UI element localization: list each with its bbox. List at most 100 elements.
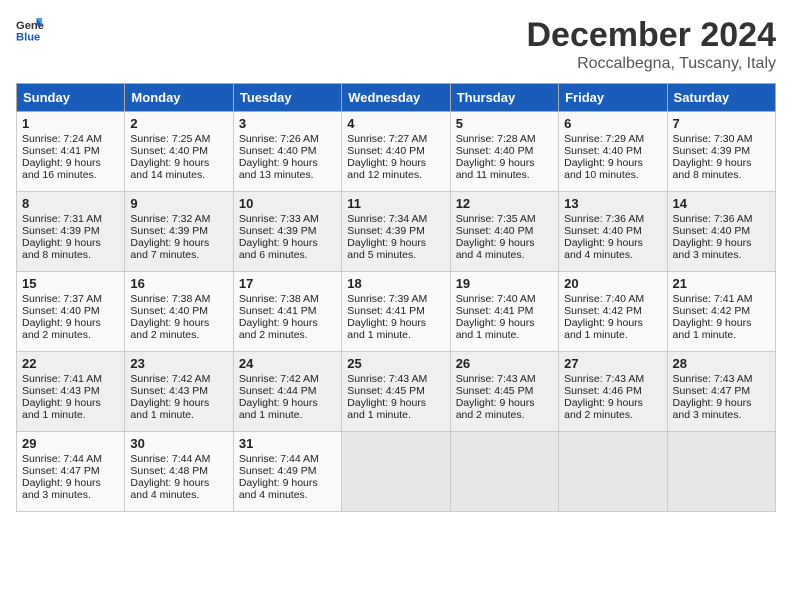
calendar-cell: 11 Sunrise: 7:34 AMSunset: 4:39 PMDayligh… bbox=[342, 192, 450, 272]
day-number: 28 bbox=[673, 356, 770, 371]
cell-info: Sunset: 4:40 PM bbox=[347, 145, 444, 157]
calendar-cell: 22Sunrise: 7:41 AMSunset: 4:43 PMDayligh… bbox=[17, 352, 125, 432]
day-number: 6 bbox=[564, 116, 661, 131]
calendar-cell bbox=[450, 432, 558, 512]
calendar-cell: 28Sunrise: 7:43 AMSunset: 4:47 PMDayligh… bbox=[667, 352, 775, 432]
calendar-cell: 9 Sunrise: 7:32 AMSunset: 4:39 PMDaylight… bbox=[125, 192, 233, 272]
calendar-week-row: 15Sunrise: 7:37 AMSunset: 4:40 PMDayligh… bbox=[17, 272, 776, 352]
calendar-cell: 23Sunrise: 7:42 AMSunset: 4:43 PMDayligh… bbox=[125, 352, 233, 432]
cell-info: Sunrise: 7:43 AM bbox=[347, 373, 444, 385]
cell-info: Sunrise: 7:26 AM bbox=[239, 133, 336, 145]
logo: General Blue bbox=[16, 16, 44, 44]
cell-info: Daylight: 9 hours and 3 minutes. bbox=[673, 237, 770, 261]
cell-info: Sunrise: 7:39 AM bbox=[347, 293, 444, 305]
calendar-cell: 6Sunrise: 7:29 AMSunset: 4:40 PMDaylight… bbox=[559, 112, 667, 192]
cell-info: Daylight: 9 hours and 1 minute. bbox=[456, 317, 553, 341]
calendar-cell: 12Sunrise: 7:35 AMSunset: 4:40 PMDayligh… bbox=[450, 192, 558, 272]
cell-info: Daylight: 9 hours and 14 minutes. bbox=[130, 157, 227, 181]
day-number: 18 bbox=[347, 276, 444, 291]
cell-info: Daylight: 9 hours and 5 minutes. bbox=[347, 237, 444, 261]
cell-info: Sunrise: 7:25 AM bbox=[130, 133, 227, 145]
cell-info: Sunset: 4:47 PM bbox=[22, 465, 119, 477]
cell-info: Sunset: 4:45 PM bbox=[456, 385, 553, 397]
cell-info: Sunrise: 7:24 AM bbox=[22, 133, 119, 145]
day-number: 29 bbox=[22, 436, 119, 451]
cell-info: Sunset: 4:40 PM bbox=[456, 225, 553, 237]
day-number: 3 bbox=[239, 116, 336, 131]
calendar-cell: 18Sunrise: 7:39 AMSunset: 4:41 PMDayligh… bbox=[342, 272, 450, 352]
cell-info: Sunset: 4:48 PM bbox=[130, 465, 227, 477]
cell-info: Daylight: 9 hours and 1 minute. bbox=[239, 397, 336, 421]
cell-info: Daylight: 9 hours and 12 minutes. bbox=[347, 157, 444, 181]
cell-info: Sunset: 4:40 PM bbox=[456, 145, 553, 157]
cell-info: Sunrise: 7:43 AM bbox=[673, 373, 770, 385]
cell-info: Daylight: 9 hours and 2 minutes. bbox=[130, 317, 227, 341]
calendar-header-cell: Monday bbox=[125, 84, 233, 112]
day-number: 2 bbox=[130, 116, 227, 131]
cell-info: Sunset: 4:39 PM bbox=[347, 225, 444, 237]
day-number: 19 bbox=[456, 276, 553, 291]
day-number: 14 bbox=[673, 196, 770, 211]
cell-info: Sunset: 4:39 PM bbox=[673, 145, 770, 157]
cell-info: Daylight: 9 hours and 8 minutes. bbox=[673, 157, 770, 181]
cell-info: Sunrise: 7:42 AM bbox=[130, 373, 227, 385]
calendar-week-row: 8Sunrise: 7:31 AMSunset: 4:39 PMDaylight… bbox=[17, 192, 776, 272]
calendar-cell: 19 Sunrise: 7:40 AMSunset: 4:41 PMDayligh… bbox=[450, 272, 558, 352]
cell-info: Sunset: 4:39 PM bbox=[130, 225, 227, 237]
cell-info: Sunrise: 7:42 AM bbox=[239, 373, 336, 385]
cell-info: Daylight: 9 hours and 1 minute. bbox=[130, 397, 227, 421]
calendar-cell: 24Sunrise: 7:42 AMSunset: 4:44 PMDayligh… bbox=[233, 352, 341, 432]
day-number: 30 bbox=[130, 436, 227, 451]
cell-info: Sunset: 4:39 PM bbox=[22, 225, 119, 237]
cell-info: Sunset: 4:41 PM bbox=[456, 305, 553, 317]
svg-text:Blue: Blue bbox=[16, 31, 40, 43]
calendar-cell: 2Sunrise: 7:25 AMSunset: 4:40 PMDaylight… bbox=[125, 112, 233, 192]
cell-info: Sunrise: 7:34 AM bbox=[347, 213, 444, 225]
cell-info: Sunrise: 7:44 AM bbox=[130, 453, 227, 465]
cell-info: Sunset: 4:39 PM bbox=[239, 225, 336, 237]
cell-info: Daylight: 9 hours and 1 minute. bbox=[564, 317, 661, 341]
day-number: 23 bbox=[130, 356, 227, 371]
cell-info: Sunrise: 7:41 AM bbox=[22, 373, 119, 385]
cell-info: Sunset: 4:41 PM bbox=[239, 305, 336, 317]
cell-info: Sunset: 4:41 PM bbox=[22, 145, 119, 157]
day-number: 11 bbox=[347, 196, 444, 211]
calendar-cell: 21Sunrise: 7:41 AMSunset: 4:42 PMDayligh… bbox=[667, 272, 775, 352]
cell-info: Sunset: 4:40 PM bbox=[564, 225, 661, 237]
day-number: 25 bbox=[347, 356, 444, 371]
month-title: December 2024 bbox=[526, 16, 776, 55]
calendar-header-cell: Friday bbox=[559, 84, 667, 112]
cell-info: Sunset: 4:44 PM bbox=[239, 385, 336, 397]
calendar-body: 1Sunrise: 7:24 AMSunset: 4:41 PMDaylight… bbox=[17, 112, 776, 512]
cell-info: Daylight: 9 hours and 1 minute. bbox=[673, 317, 770, 341]
header: General Blue December 2024 Roccalbegna, … bbox=[16, 16, 776, 73]
cell-info: Daylight: 9 hours and 4 minutes. bbox=[564, 237, 661, 261]
cell-info: Sunset: 4:40 PM bbox=[239, 145, 336, 157]
calendar-header-row: SundayMondayTuesdayWednesdayThursdayFrid… bbox=[17, 84, 776, 112]
calendar-table: SundayMondayTuesdayWednesdayThursdayFrid… bbox=[16, 83, 776, 512]
cell-info: Sunset: 4:40 PM bbox=[130, 305, 227, 317]
cell-info: Daylight: 9 hours and 7 minutes. bbox=[130, 237, 227, 261]
cell-info: Sunrise: 7:32 AM bbox=[130, 213, 227, 225]
cell-info: Daylight: 9 hours and 4 minutes. bbox=[239, 477, 336, 501]
cell-info: Sunrise: 7:43 AM bbox=[564, 373, 661, 385]
cell-info: Sunrise: 7:28 AM bbox=[456, 133, 553, 145]
cell-info: Daylight: 9 hours and 6 minutes. bbox=[239, 237, 336, 261]
day-number: 9 bbox=[130, 196, 227, 211]
cell-info: Sunrise: 7:40 AM bbox=[456, 293, 553, 305]
cell-info: Daylight: 9 hours and 2 minutes. bbox=[22, 317, 119, 341]
day-number: 4 bbox=[347, 116, 444, 131]
calendar-cell bbox=[559, 432, 667, 512]
cell-info: Daylight: 9 hours and 8 minutes. bbox=[22, 237, 119, 261]
cell-info: Sunrise: 7:36 AM bbox=[564, 213, 661, 225]
day-number: 22 bbox=[22, 356, 119, 371]
cell-info: Daylight: 9 hours and 4 minutes. bbox=[456, 237, 553, 261]
calendar-cell: 25Sunrise: 7:43 AMSunset: 4:45 PMDayligh… bbox=[342, 352, 450, 432]
cell-info: Sunrise: 7:38 AM bbox=[130, 293, 227, 305]
cell-info: Sunset: 4:40 PM bbox=[673, 225, 770, 237]
cell-info: Daylight: 9 hours and 1 minute. bbox=[347, 317, 444, 341]
cell-info: Sunrise: 7:31 AM bbox=[22, 213, 119, 225]
cell-info: Daylight: 9 hours and 2 minutes. bbox=[456, 397, 553, 421]
calendar-cell: 13Sunrise: 7:36 AMSunset: 4:40 PMDayligh… bbox=[559, 192, 667, 272]
day-number: 20 bbox=[564, 276, 661, 291]
